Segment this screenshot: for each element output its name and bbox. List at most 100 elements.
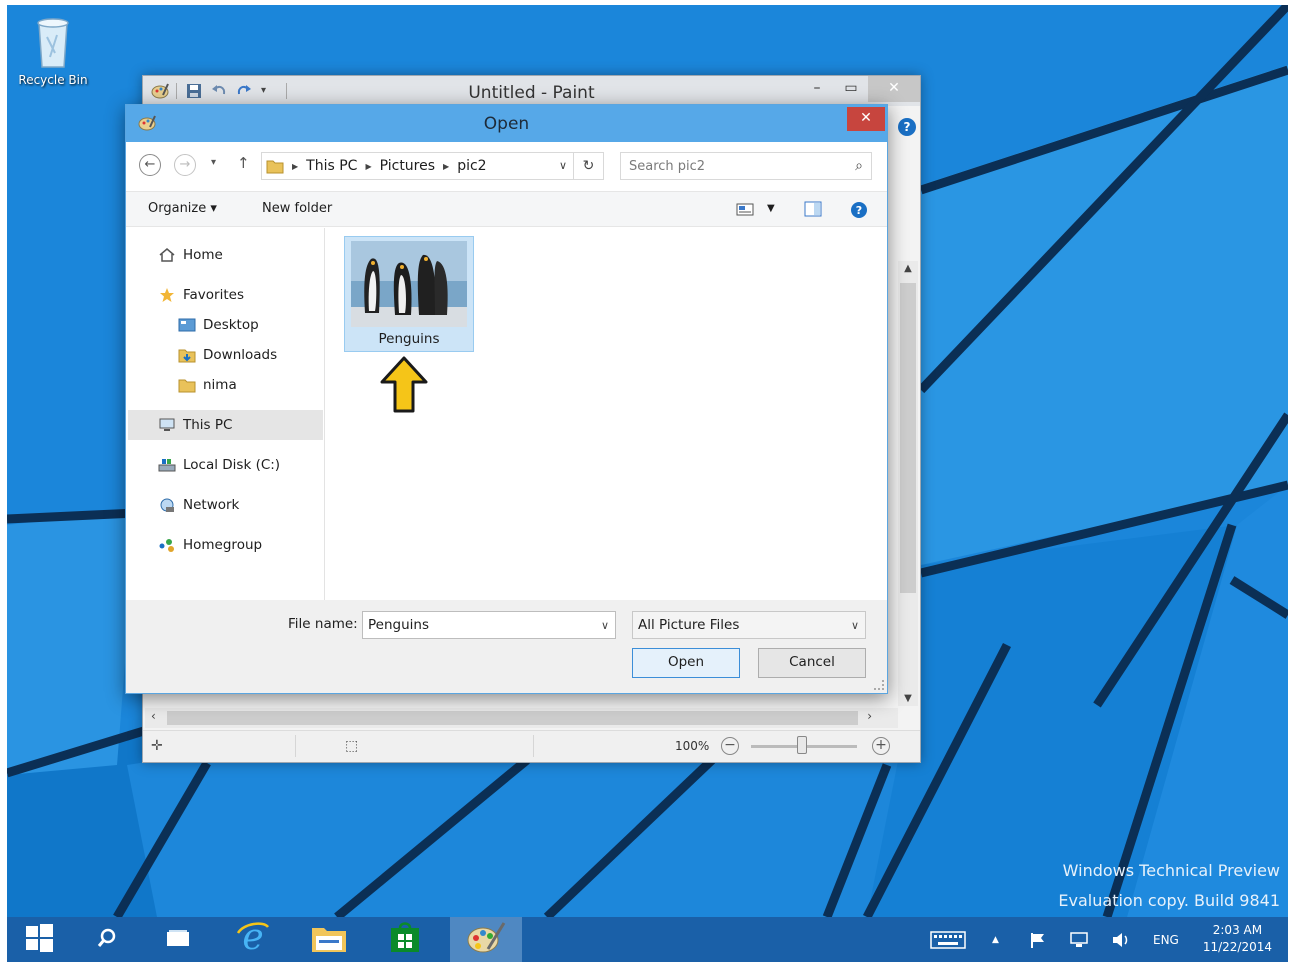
view-options-chevron-icon[interactable]: ▼ bbox=[767, 203, 775, 214]
taskbar: e ▲ ENG 2:03 AM 11/22/2014 bbox=[7, 917, 1288, 962]
search-icon bbox=[96, 927, 118, 953]
navigation-pane: Home Favorites Desktop Downloads nima Th… bbox=[126, 228, 325, 600]
scroll-down-icon[interactable]: ▼ bbox=[898, 693, 918, 704]
dialog-close-button[interactable]: ✕ bbox=[847, 107, 885, 131]
navigation-row: ← → ▾ ↑ ▶ This PC ▶ Pictures ▶ pic2 ∨ ↻ … bbox=[126, 149, 887, 183]
change-view-icon[interactable] bbox=[736, 201, 754, 217]
search-input[interactable] bbox=[629, 154, 839, 178]
nav-item-label: Desktop bbox=[203, 317, 259, 333]
address-bar[interactable]: ▶ This PC ▶ Pictures ▶ pic2 ∨ ↻ bbox=[261, 152, 604, 180]
task-view-button[interactable] bbox=[152, 917, 204, 962]
organize-button[interactable]: Organize ▾ bbox=[148, 201, 217, 216]
internet-explorer-button[interactable]: e bbox=[227, 917, 279, 962]
nav-item-local-disk[interactable]: Local Disk (C:) bbox=[158, 454, 280, 476]
nav-item-network[interactable]: Network bbox=[158, 494, 239, 516]
vertical-scroll-thumb[interactable] bbox=[900, 283, 916, 593]
file-name-field[interactable]: Penguins ∨ bbox=[362, 611, 616, 639]
address-history-chevron-icon[interactable]: ∨ bbox=[559, 159, 567, 172]
cursor-position-icon: ✛ bbox=[151, 738, 163, 754]
homegroup-icon bbox=[158, 537, 176, 553]
open-button[interactable]: Open bbox=[632, 648, 740, 678]
nav-item-homegroup[interactable]: Homegroup bbox=[158, 534, 262, 556]
breadcrumb-pic2[interactable]: pic2 bbox=[457, 158, 486, 174]
nav-item-desktop[interactable]: Desktop bbox=[178, 314, 259, 336]
input-language-indicator[interactable]: ENG bbox=[1153, 917, 1179, 962]
breadcrumb-separator-icon[interactable]: ▶ bbox=[292, 162, 298, 171]
cancel-button[interactable]: Cancel bbox=[758, 648, 866, 678]
refresh-icon[interactable]: ↻ bbox=[573, 153, 603, 179]
recycle-bin-shortcut[interactable]: Recycle Bin bbox=[13, 13, 93, 87]
search-taskbar-button[interactable] bbox=[81, 917, 133, 962]
paint-palette-icon bbox=[466, 921, 506, 959]
windows-logo-icon bbox=[22, 921, 56, 959]
back-arrow-icon[interactable]: ← bbox=[139, 154, 161, 176]
drive-icon bbox=[158, 457, 176, 473]
file-type-select[interactable]: All Picture Files ∨ bbox=[632, 611, 866, 639]
breadcrumb: ▶ This PC ▶ Pictures ▶ pic2 bbox=[292, 158, 487, 174]
nav-item-label: Home bbox=[183, 247, 223, 263]
horizontal-scroll-thumb[interactable] bbox=[167, 711, 858, 725]
zoom-out-icon[interactable]: − bbox=[721, 737, 739, 755]
computer-icon bbox=[158, 417, 176, 433]
system-clock[interactable]: 2:03 AM 11/22/2014 bbox=[1203, 922, 1272, 956]
help-icon[interactable]: ? bbox=[850, 201, 868, 218]
recent-locations-chevron-icon[interactable]: ▾ bbox=[211, 157, 216, 168]
network-icon bbox=[158, 497, 176, 513]
nav-item-label: Homegroup bbox=[183, 537, 263, 553]
zoom-slider-thumb[interactable] bbox=[797, 736, 807, 754]
nav-item-favorites[interactable]: Favorites bbox=[158, 284, 244, 306]
search-box[interactable]: ⌕ bbox=[620, 152, 872, 180]
store-button[interactable] bbox=[379, 917, 431, 962]
nav-item-nima[interactable]: nima bbox=[178, 374, 237, 396]
scroll-right-icon[interactable]: › bbox=[867, 709, 872, 723]
show-hidden-icons-icon[interactable]: ▲ bbox=[992, 917, 999, 962]
scroll-left-icon[interactable]: ‹ bbox=[151, 709, 156, 723]
internet-explorer-icon: e bbox=[234, 917, 272, 961]
recycle-bin-icon bbox=[33, 13, 73, 69]
nav-item-label: Network bbox=[183, 497, 240, 513]
nav-item-label: nima bbox=[203, 377, 237, 393]
nav-item-label: Downloads bbox=[203, 347, 278, 363]
breadcrumb-separator-icon[interactable]: ▶ bbox=[365, 162, 371, 171]
scroll-up-icon[interactable]: ▲ bbox=[898, 263, 918, 274]
file-explorer-icon bbox=[310, 922, 348, 958]
breadcrumb-separator-icon[interactable]: ▶ bbox=[443, 162, 449, 171]
file-item-penguins[interactable]: Penguins bbox=[344, 236, 474, 352]
folder-icon bbox=[178, 377, 196, 393]
up-arrow-icon[interactable]: ↑ bbox=[237, 154, 250, 172]
file-explorer-button[interactable] bbox=[303, 917, 355, 962]
touch-keyboard-icon[interactable] bbox=[930, 917, 966, 962]
network-status-icon[interactable] bbox=[1069, 917, 1089, 962]
paint-vertical-scrollbar[interactable]: ▲ ▼ bbox=[898, 261, 918, 706]
paint-maximize-button[interactable]: ▭ bbox=[834, 76, 868, 102]
paint-close-button[interactable]: ✕ bbox=[868, 76, 920, 102]
folder-icon bbox=[266, 158, 284, 174]
nav-item-home[interactable]: Home bbox=[158, 244, 223, 266]
breadcrumb-pictures[interactable]: Pictures bbox=[380, 158, 435, 174]
new-folder-button[interactable]: New folder bbox=[262, 201, 332, 216]
action-center-flag-icon[interactable] bbox=[1029, 917, 1047, 962]
task-view-icon bbox=[165, 928, 191, 952]
paint-horizontal-scrollbar[interactable]: ‹ › bbox=[145, 708, 898, 728]
breadcrumb-this-pc[interactable]: This PC bbox=[306, 158, 357, 174]
file-type-chevron-icon[interactable]: ∨ bbox=[851, 619, 859, 632]
paint-taskbar-button[interactable] bbox=[450, 917, 522, 962]
start-button[interactable] bbox=[15, 917, 63, 962]
volume-icon[interactable] bbox=[1111, 917, 1131, 962]
open-dialog: Open ✕ ← → ▾ ↑ ▶ This PC ▶ Pictures ▶ pi… bbox=[125, 104, 888, 694]
file-name-chevron-icon[interactable]: ∨ bbox=[601, 619, 609, 632]
search-icon[interactable]: ⌕ bbox=[855, 158, 863, 174]
nav-item-this-pc[interactable]: This PC bbox=[128, 410, 323, 440]
file-list: Penguins bbox=[326, 228, 887, 600]
paint-minimize-button[interactable]: – bbox=[800, 76, 834, 102]
forward-arrow-icon[interactable]: → bbox=[174, 154, 196, 176]
selection-size-icon: ⬚ bbox=[345, 738, 359, 754]
nav-item-downloads[interactable]: Downloads bbox=[178, 344, 277, 366]
yellow-pointer-arrow-icon bbox=[378, 355, 430, 415]
preview-pane-icon[interactable] bbox=[804, 201, 822, 217]
svg-text:?: ? bbox=[856, 204, 862, 217]
zoom-in-icon[interactable]: + bbox=[872, 737, 890, 755]
resize-grip[interactable] bbox=[874, 680, 884, 690]
file-name-value: Penguins bbox=[368, 617, 429, 633]
paint-help-icon[interactable]: ? bbox=[898, 118, 916, 136]
